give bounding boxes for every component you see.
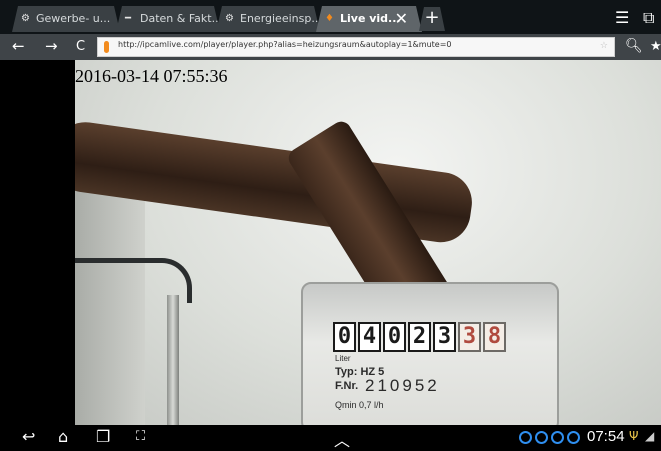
video-timestamp: 2016-03-14 07:55:36 <box>75 66 228 86</box>
meter-digit-red: 8 <box>483 322 506 352</box>
sync-icon <box>567 431 580 444</box>
sync-icon <box>551 431 564 444</box>
meter-digit-red: 3 <box>458 322 481 352</box>
meter-number-prefix: F.Nr. <box>335 380 359 392</box>
clear-url-icon[interactable]: ☆ <box>600 41 608 51</box>
tab-bar: ⚙ Gewerbe- u... ━ Daten & Fakt... ⚙ Ener… <box>0 0 661 34</box>
camera-frame: 0 4 0 2 3 3 8 Liter Typ: HZ 5 F.Nr. 2109… <box>75 60 661 425</box>
live-video-player[interactable]: 0 4 0 2 3 3 8 Liter Typ: HZ 5 F.Nr. 2109… <box>0 60 661 425</box>
meter-counter: 0 4 0 2 3 3 8 <box>333 322 506 352</box>
home-icon[interactable]: ⌂ <box>58 427 68 446</box>
meter-digit: 2 <box>408 322 431 352</box>
flame-icon: ♦ <box>325 13 334 24</box>
usb-icon: Ψ <box>629 429 639 443</box>
meter-number: 210952 <box>365 376 440 395</box>
screenshot-icon[interactable]: ⛶ <box>136 429 145 444</box>
globe-icon: ⚙ <box>225 13 234 24</box>
sensor-probe <box>167 295 179 425</box>
tab-label: Live vid... <box>340 12 401 25</box>
tab-label: Daten & Fakt... <box>140 12 220 25</box>
new-tab-button[interactable]: + <box>419 7 445 31</box>
menu-icon[interactable]: ☰ <box>615 8 629 27</box>
close-tab-icon[interactable]: ✕ <box>395 6 408 32</box>
chevron-up-icon[interactable]: ︿ <box>334 427 350 451</box>
meter-digit: 4 <box>358 322 381 352</box>
bookmark-icon[interactable]: ★ <box>650 39 661 54</box>
globe-icon: ⚙ <box>21 13 30 24</box>
url-text[interactable]: http://ipcamlive.com/player/player.php?a… <box>118 40 452 49</box>
status-clock: 07:54 <box>587 428 625 445</box>
meter-digit: 3 <box>433 322 456 352</box>
water-meter: 0 4 0 2 3 3 8 Liter Typ: HZ 5 F.Nr. 2109… <box>301 282 559 425</box>
sync-icon <box>519 431 532 444</box>
tabs-overview-icon[interactable]: ⧉ <box>643 8 654 28</box>
tab-daten-fakten[interactable]: ━ Daten & Fakt... <box>116 6 220 32</box>
browser-toolbar: ← → C http://ipcamlive.com/player/player… <box>0 34 661 60</box>
tab-label: Energieeinsp... <box>240 12 320 25</box>
site-favicon-icon <box>104 41 109 53</box>
wifi-icon: ◢ <box>645 429 655 443</box>
meter-unit: Liter <box>335 354 351 363</box>
back-nav-icon[interactable]: ↩ <box>22 427 35 446</box>
tab-label: Gewerbe- u... <box>36 12 111 25</box>
reload-icon[interactable]: C <box>76 39 85 54</box>
tab-energieeinsparung[interactable]: ⚙ Energieeinsp... <box>216 6 320 32</box>
search-icon[interactable]: 🔍︎ <box>625 38 643 54</box>
tab-gewerbe[interactable]: ⚙ Gewerbe- u... <box>12 6 120 32</box>
meter-digit: 0 <box>333 322 356 352</box>
forward-icon[interactable]: → <box>45 37 58 55</box>
tab-live-video[interactable]: ♦ Live vid... ✕ <box>316 6 422 32</box>
recent-apps-icon[interactable]: ❐ <box>96 427 110 446</box>
meter-digit: 0 <box>383 322 406 352</box>
system-navigation-bar: ↩ ⌂ ❐ ⛶ ︿ 07:54 Ψ ◢ <box>0 425 661 450</box>
dash-icon: ━ <box>125 13 132 24</box>
sync-icon <box>535 431 548 444</box>
meter-qmin: Qmin 0,7 l/h <box>335 400 384 410</box>
back-icon[interactable]: ← <box>12 37 25 55</box>
address-bar[interactable]: http://ipcamlive.com/player/player.php?a… <box>97 37 615 57</box>
